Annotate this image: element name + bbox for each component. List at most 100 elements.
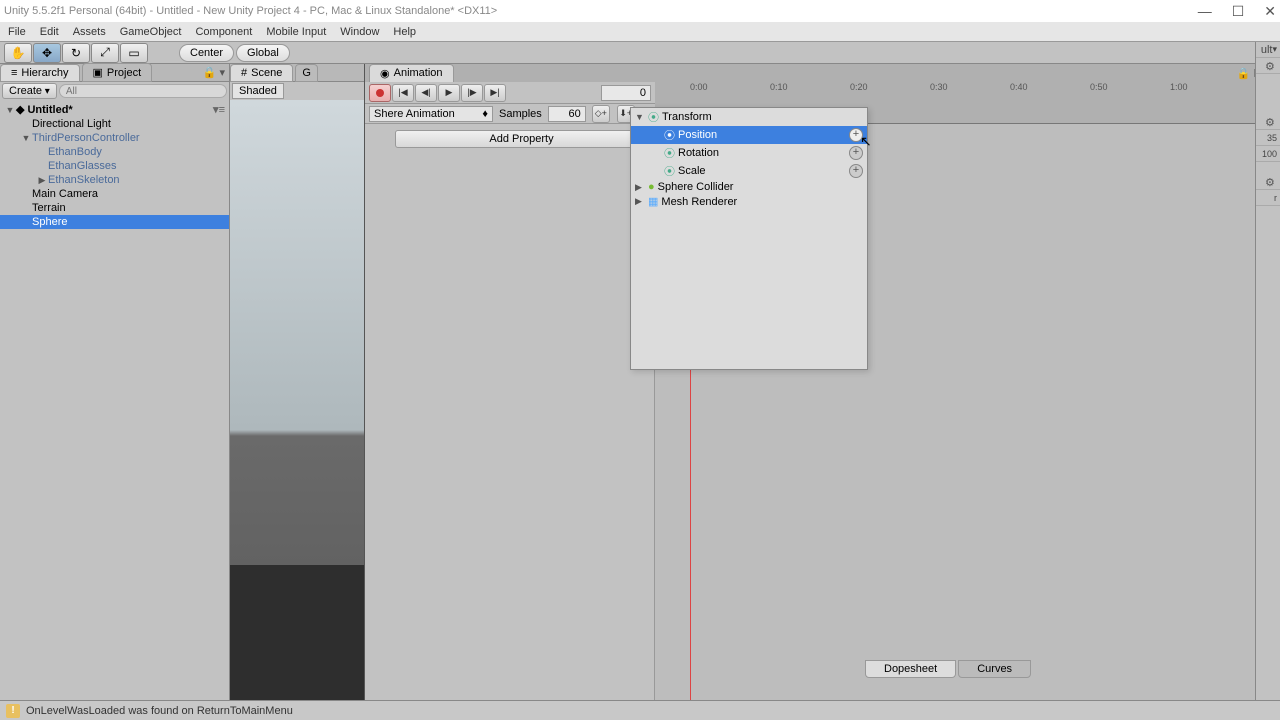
transform-icon: ⦿: [648, 109, 659, 125]
animation-tabs: ◉ Animation 🔒 ☒ ▾: [365, 64, 1280, 82]
samples-input[interactable]: [548, 106, 586, 122]
frame-input[interactable]: [601, 85, 651, 101]
transform-icon: ⦿: [664, 163, 675, 179]
tab-scene[interactable]: # Scene: [230, 64, 293, 82]
popup-item-transform[interactable]: ▼ ⦿ Transform: [631, 108, 867, 126]
record-button[interactable]: [369, 84, 391, 102]
menu-edit[interactable]: Edit: [40, 26, 59, 38]
add-keyframe-button[interactable]: ◇+: [592, 105, 610, 123]
scene-options-icon[interactable]: ▾≡: [213, 103, 225, 116]
inspector-gear[interactable]: [1256, 58, 1280, 74]
titlebar: Unity 5.5.2f1 Personal (64bit) - Untitle…: [0, 0, 1280, 22]
tree-item-ethan-glasses[interactable]: EthanGlasses: [0, 159, 229, 173]
tick-1: 0:10: [770, 82, 788, 92]
scale-tool[interactable]: ⤢: [91, 43, 119, 63]
animation-clip-row: Shere Animation♦ Samples ◇+ ⬇+: [365, 104, 655, 124]
samples-label: Samples: [499, 108, 542, 120]
tab-animation[interactable]: ◉ Animation: [369, 64, 454, 83]
tab-project[interactable]: ▣ Project: [82, 63, 153, 82]
status-message[interactable]: OnLevelWasLoaded was found on ReturnToMa…: [26, 705, 293, 717]
move-tool[interactable]: ✥: [33, 43, 61, 63]
animation-transport: |◀ ◀| ▶ |▶ ▶|: [365, 82, 655, 104]
menu-help[interactable]: Help: [393, 26, 416, 38]
menu-window[interactable]: Window: [340, 26, 379, 38]
window-controls: — ☐ ✕: [1198, 3, 1276, 20]
terrain-floor: [230, 565, 364, 700]
scene-icon: #: [241, 67, 247, 79]
animation-icon: ◉: [380, 67, 390, 80]
hierarchy-icon: ≡: [11, 67, 17, 79]
close-button[interactable]: ✕: [1264, 3, 1276, 20]
add-scale-button[interactable]: +: [849, 164, 863, 178]
play-button[interactable]: ▶: [438, 84, 460, 102]
tab-game[interactable]: G: [295, 64, 318, 82]
inspector-value-2[interactable]: 100: [1256, 146, 1280, 162]
popup-item-mesh-renderer[interactable]: ▶ ▦ Mesh Renderer: [631, 194, 867, 209]
tree-item-third-person-controller[interactable]: ▼ThirdPersonController: [0, 131, 229, 145]
add-property-button[interactable]: Add Property: [395, 130, 648, 148]
popup-item-rotation[interactable]: ⦿ Rotation +: [631, 144, 867, 162]
prev-key-button[interactable]: ◀|: [415, 84, 437, 102]
tick-3: 0:30: [930, 82, 948, 92]
shading-dropdown[interactable]: Shaded: [232, 83, 284, 99]
menu-mobile-input[interactable]: Mobile Input: [266, 26, 326, 38]
menu-assets[interactable]: Assets: [73, 26, 106, 38]
first-frame-button[interactable]: |◀: [392, 84, 414, 102]
menu-gameobject[interactable]: GameObject: [120, 26, 182, 38]
hierarchy-tree: ▼ ◆ Untitled* ▾≡ Directional Light ▼Thir…: [0, 100, 229, 700]
tree-item-terrain[interactable]: Terrain: [0, 201, 229, 215]
space-toggle[interactable]: Global: [236, 44, 290, 62]
tree-item-ethan-body[interactable]: EthanBody: [0, 145, 229, 159]
inspector-value-3[interactable]: r: [1256, 190, 1280, 206]
create-dropdown[interactable]: Create ▾: [2, 83, 57, 99]
inspector-gear-3[interactable]: [1256, 174, 1280, 190]
gear-icon: [1265, 60, 1277, 72]
folder-icon: ▣: [93, 66, 103, 79]
add-position-button[interactable]: +: [849, 128, 863, 142]
scene-toolbar: Shaded: [230, 82, 364, 100]
hierarchy-panel: ≡ Hierarchy ▣ Project 🔒 ▾ Create ▾ ▼ ◆ U…: [0, 64, 230, 700]
menu-file[interactable]: File: [8, 26, 26, 38]
next-key-button[interactable]: |▶: [461, 84, 483, 102]
hierarchy-search[interactable]: [59, 84, 227, 98]
tree-item-ethan-skeleton[interactable]: ▶EthanSkeleton: [0, 173, 229, 187]
property-list: Add Property: [365, 124, 655, 700]
inspector-value-1[interactable]: 35: [1256, 130, 1280, 146]
rect-tool[interactable]: ▭: [120, 43, 148, 63]
transform-icon: ⦿: [664, 127, 675, 143]
scene-root[interactable]: ▼ ◆ Untitled* ▾≡: [0, 102, 229, 117]
inspector-gear-2[interactable]: [1256, 114, 1280, 130]
tree-item-main-camera[interactable]: Main Camera: [0, 187, 229, 201]
add-property-popup: ▼ ⦿ Transform ⦿ Position + ⦿ Rotation + …: [630, 107, 868, 370]
tab-hierarchy[interactable]: ≡ Hierarchy: [0, 64, 80, 82]
tree-item-directional-light[interactable]: Directional Light: [0, 117, 229, 131]
popup-item-sphere-collider[interactable]: ▶ ● Sphere Collider: [631, 180, 867, 194]
collider-icon: ●: [648, 181, 655, 193]
rotate-tool[interactable]: ↻: [62, 43, 90, 63]
panel-lock-icon[interactable]: 🔒 ▾: [203, 66, 229, 79]
hierarchy-create-row: Create ▾: [0, 82, 229, 100]
inspector-clipped-strip: ult▾ 35 100 r: [1255, 42, 1280, 700]
minimize-button[interactable]: —: [1198, 3, 1212, 20]
tick-2: 0:20: [850, 82, 868, 92]
pivot-toggle[interactable]: Center: [179, 44, 234, 62]
tab-dopesheet[interactable]: Dopesheet: [865, 660, 956, 678]
maximize-button[interactable]: ☐: [1232, 3, 1245, 20]
popup-item-position[interactable]: ⦿ Position +: [631, 126, 867, 144]
tick-6: 1:00: [1170, 82, 1188, 92]
scene-viewport[interactable]: [230, 100, 364, 700]
menu-component[interactable]: Component: [195, 26, 252, 38]
add-rotation-button[interactable]: +: [849, 146, 863, 160]
hand-tool[interactable]: ✋: [4, 43, 32, 63]
window-title: Unity 5.5.2f1 Personal (64bit) - Untitle…: [4, 5, 1198, 17]
inspector-field[interactable]: ult▾: [1256, 42, 1280, 58]
scene-panel: # Scene G Shaded: [230, 64, 365, 700]
tick-4: 0:40: [1010, 82, 1028, 92]
popup-item-scale[interactable]: ⦿ Scale +: [631, 162, 867, 180]
scene-tabs: # Scene G: [230, 64, 364, 82]
unity-icon: ◆: [16, 103, 24, 116]
tab-curves[interactable]: Curves: [958, 660, 1031, 678]
tree-item-sphere[interactable]: Sphere: [0, 215, 229, 229]
clip-dropdown[interactable]: Shere Animation♦: [369, 106, 493, 122]
last-frame-button[interactable]: ▶|: [484, 84, 506, 102]
